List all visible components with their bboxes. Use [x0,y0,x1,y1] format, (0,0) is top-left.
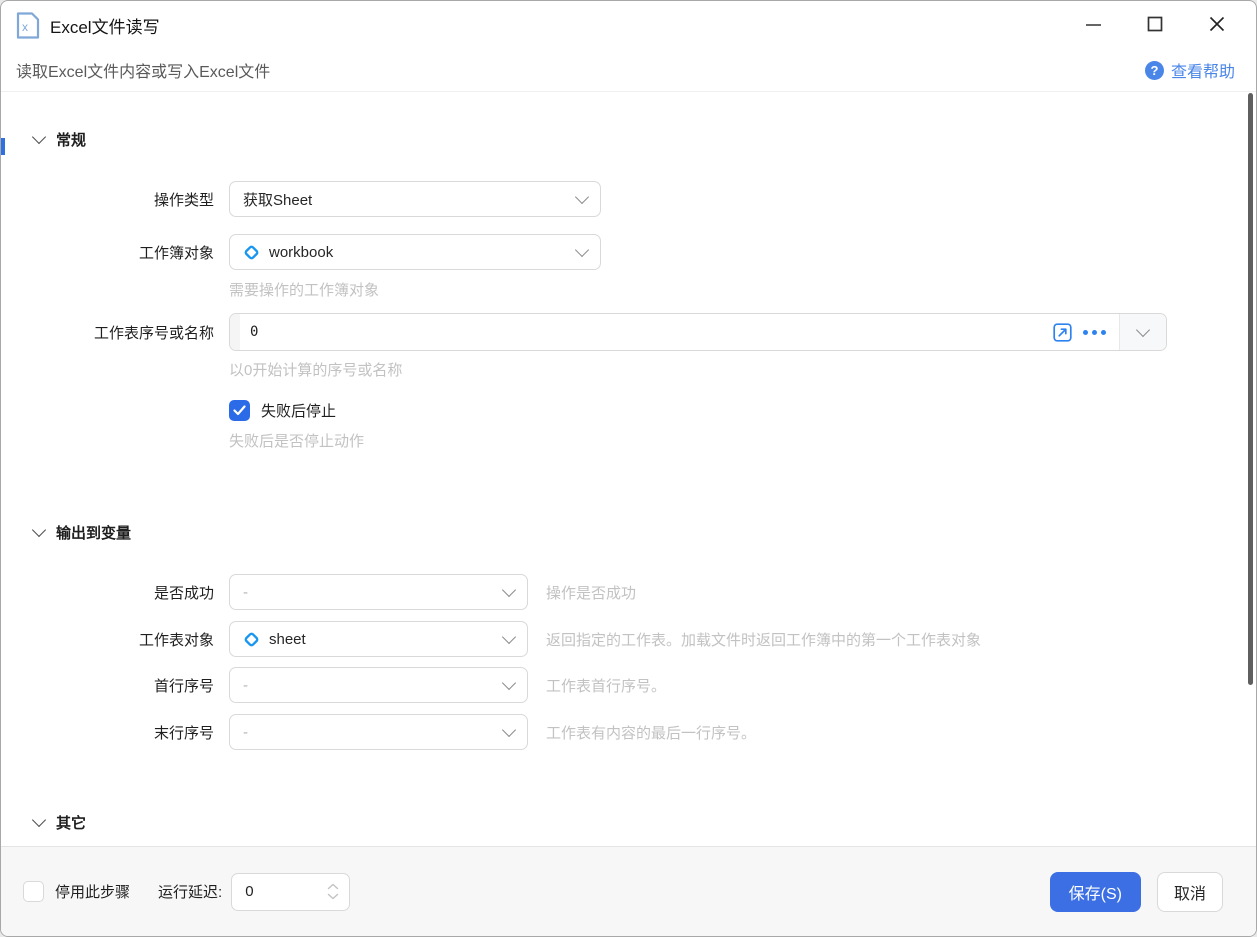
background-edge-artifact [1,138,5,155]
window-controls [1062,1,1248,47]
help-link[interactable]: ? 查看帮助 [1144,58,1235,82]
last-row-value: - [243,723,248,741]
chevron-down-icon [501,629,517,644]
check-icon [233,404,246,415]
run-delay-label: 运行延迟: [158,884,223,901]
workbook-object-helper: 需要操作的工作簿对象 [229,282,380,299]
first-row-label: 首行序号 [153,677,214,695]
input-gutter [230,314,240,350]
chevron-down-icon [31,522,47,538]
dialog-subtitle: 读取Excel文件内容或写入Excel文件 [16,64,271,81]
row-last-row: 末行序号 - 工作表有内容的最后一行序号。 [1,714,756,750]
variable-diamond-icon [244,632,259,646]
last-row-helper: 工作表有内容的最后一行序号。 [546,724,757,742]
variable-chip: sheet [243,631,306,648]
vertical-scrollbar-thumb[interactable] [1248,93,1253,685]
sheet-object-value: sheet [269,630,306,648]
cancel-button[interactable]: 取消 [1156,871,1223,912]
help-link-label: 查看帮助 [1170,64,1235,81]
section-output-title: 输出到变量 [56,525,132,542]
number-spinner [327,883,339,900]
excel-document-icon: x [15,11,41,39]
spinner-down-icon[interactable] [327,893,339,900]
question-circle-icon: ? [1144,60,1164,80]
stop-on-failure-label: 失败后停止 [261,402,337,420]
variable-diamond-icon [244,245,259,259]
last-row-select[interactable]: - [229,714,528,750]
excel-readwrite-dialog: x Excel文件读写 读取Excel文件内容或写入Excel文件 ? 查看帮助… [0,0,1257,937]
chevron-down-icon [574,189,590,204]
chevron-down-icon [31,129,47,145]
stop-on-failure-helper: 失败后是否停止动作 [229,433,365,450]
sheet-index-input[interactable]: 0 [229,313,1167,351]
section-general-title: 常规 [56,132,87,149]
row-workbook-object: 工作簿对象 workbook [1,234,601,270]
chevron-down-icon [501,582,517,597]
chevron-down-icon [501,722,517,737]
workbook-object-value: workbook [269,243,334,261]
save-button[interactable]: 保存(S) [1049,871,1141,912]
success-select[interactable]: - [229,574,528,610]
footer-bar: 停用此步骤 运行延迟: 0 保存(S) 取消 [1,846,1256,936]
input-icons [1053,314,1119,350]
operation-type-select[interactable]: 获取Sheet [229,181,601,217]
success-helper: 操作是否成功 [546,584,637,602]
workbook-object-select[interactable]: workbook [229,234,601,270]
stop-on-failure-checkbox[interactable] [229,399,250,421]
chevron-down-icon [574,242,590,257]
sheet-index-label: 工作表序号或名称 [93,324,214,342]
ellipsis-icon[interactable] [1083,329,1106,335]
row-stop-on-failure: 失败后停止 [229,398,336,422]
sheet-index-helper: 以0开始计算的序号或名称 [229,362,403,379]
sheet-object-helper: 返回指定的工作表。加载文件时返回工作簿中的第一个工作表对象 [546,631,982,649]
sheet-index-dropdown-toggle[interactable] [1119,314,1166,350]
disable-step-label: 停用此步骤 [55,884,131,901]
row-first-row: 首行序号 - 工作表首行序号。 [1,667,666,703]
section-general[interactable]: 常规 [31,129,87,150]
section-other[interactable]: 其它 [31,812,87,833]
first-row-select[interactable]: - [229,667,528,703]
row-success: 是否成功 - 操作是否成功 [1,574,636,610]
open-in-editor-icon[interactable] [1053,322,1072,342]
chevron-down-icon [31,812,47,828]
footer-buttons: 保存(S) 取消 [1049,871,1223,912]
first-row-helper: 工作表首行序号。 [546,677,667,695]
titlebar: x Excel文件读写 [1,1,1256,49]
last-row-label: 末行序号 [153,724,214,742]
sheet-object-label: 工作表对象 [138,631,214,649]
success-value: - [243,583,248,601]
chevron-down-icon [1135,322,1151,337]
first-row-value: - [243,676,248,694]
close-button[interactable] [1186,1,1248,47]
run-delay-value[interactable]: 0 [245,883,327,900]
header-divider [1,91,1256,92]
operation-type-label: 操作类型 [153,191,214,209]
maximize-button[interactable] [1124,1,1186,47]
success-label: 是否成功 [153,584,214,602]
row-sheet-object: 工作表对象 sheet 返回指定的工作表。加载文件时返回工作簿中的第一个工作表对… [1,621,981,657]
sheet-index-value[interactable]: 0 [240,314,1053,350]
section-other-title: 其它 [56,815,87,832]
variable-chip: workbook [243,244,333,261]
workbook-object-label: 工作簿对象 [138,244,214,262]
section-output[interactable]: 输出到变量 [31,522,132,543]
chevron-down-icon [501,675,517,690]
run-delay-input[interactable]: 0 [231,872,351,911]
sheet-object-select[interactable]: sheet [229,621,528,657]
dialog-title: Excel文件读写 [50,17,160,37]
row-sheet-index: 工作表序号或名称 0 [1,313,1167,351]
spinner-up-icon[interactable] [327,883,339,890]
minimize-button[interactable] [1062,1,1124,47]
svg-text:x: x [22,20,28,34]
disable-step-checkbox[interactable] [23,881,44,902]
operation-type-value: 获取Sheet [243,191,313,209]
row-operation-type: 操作类型 获取Sheet [1,181,601,217]
